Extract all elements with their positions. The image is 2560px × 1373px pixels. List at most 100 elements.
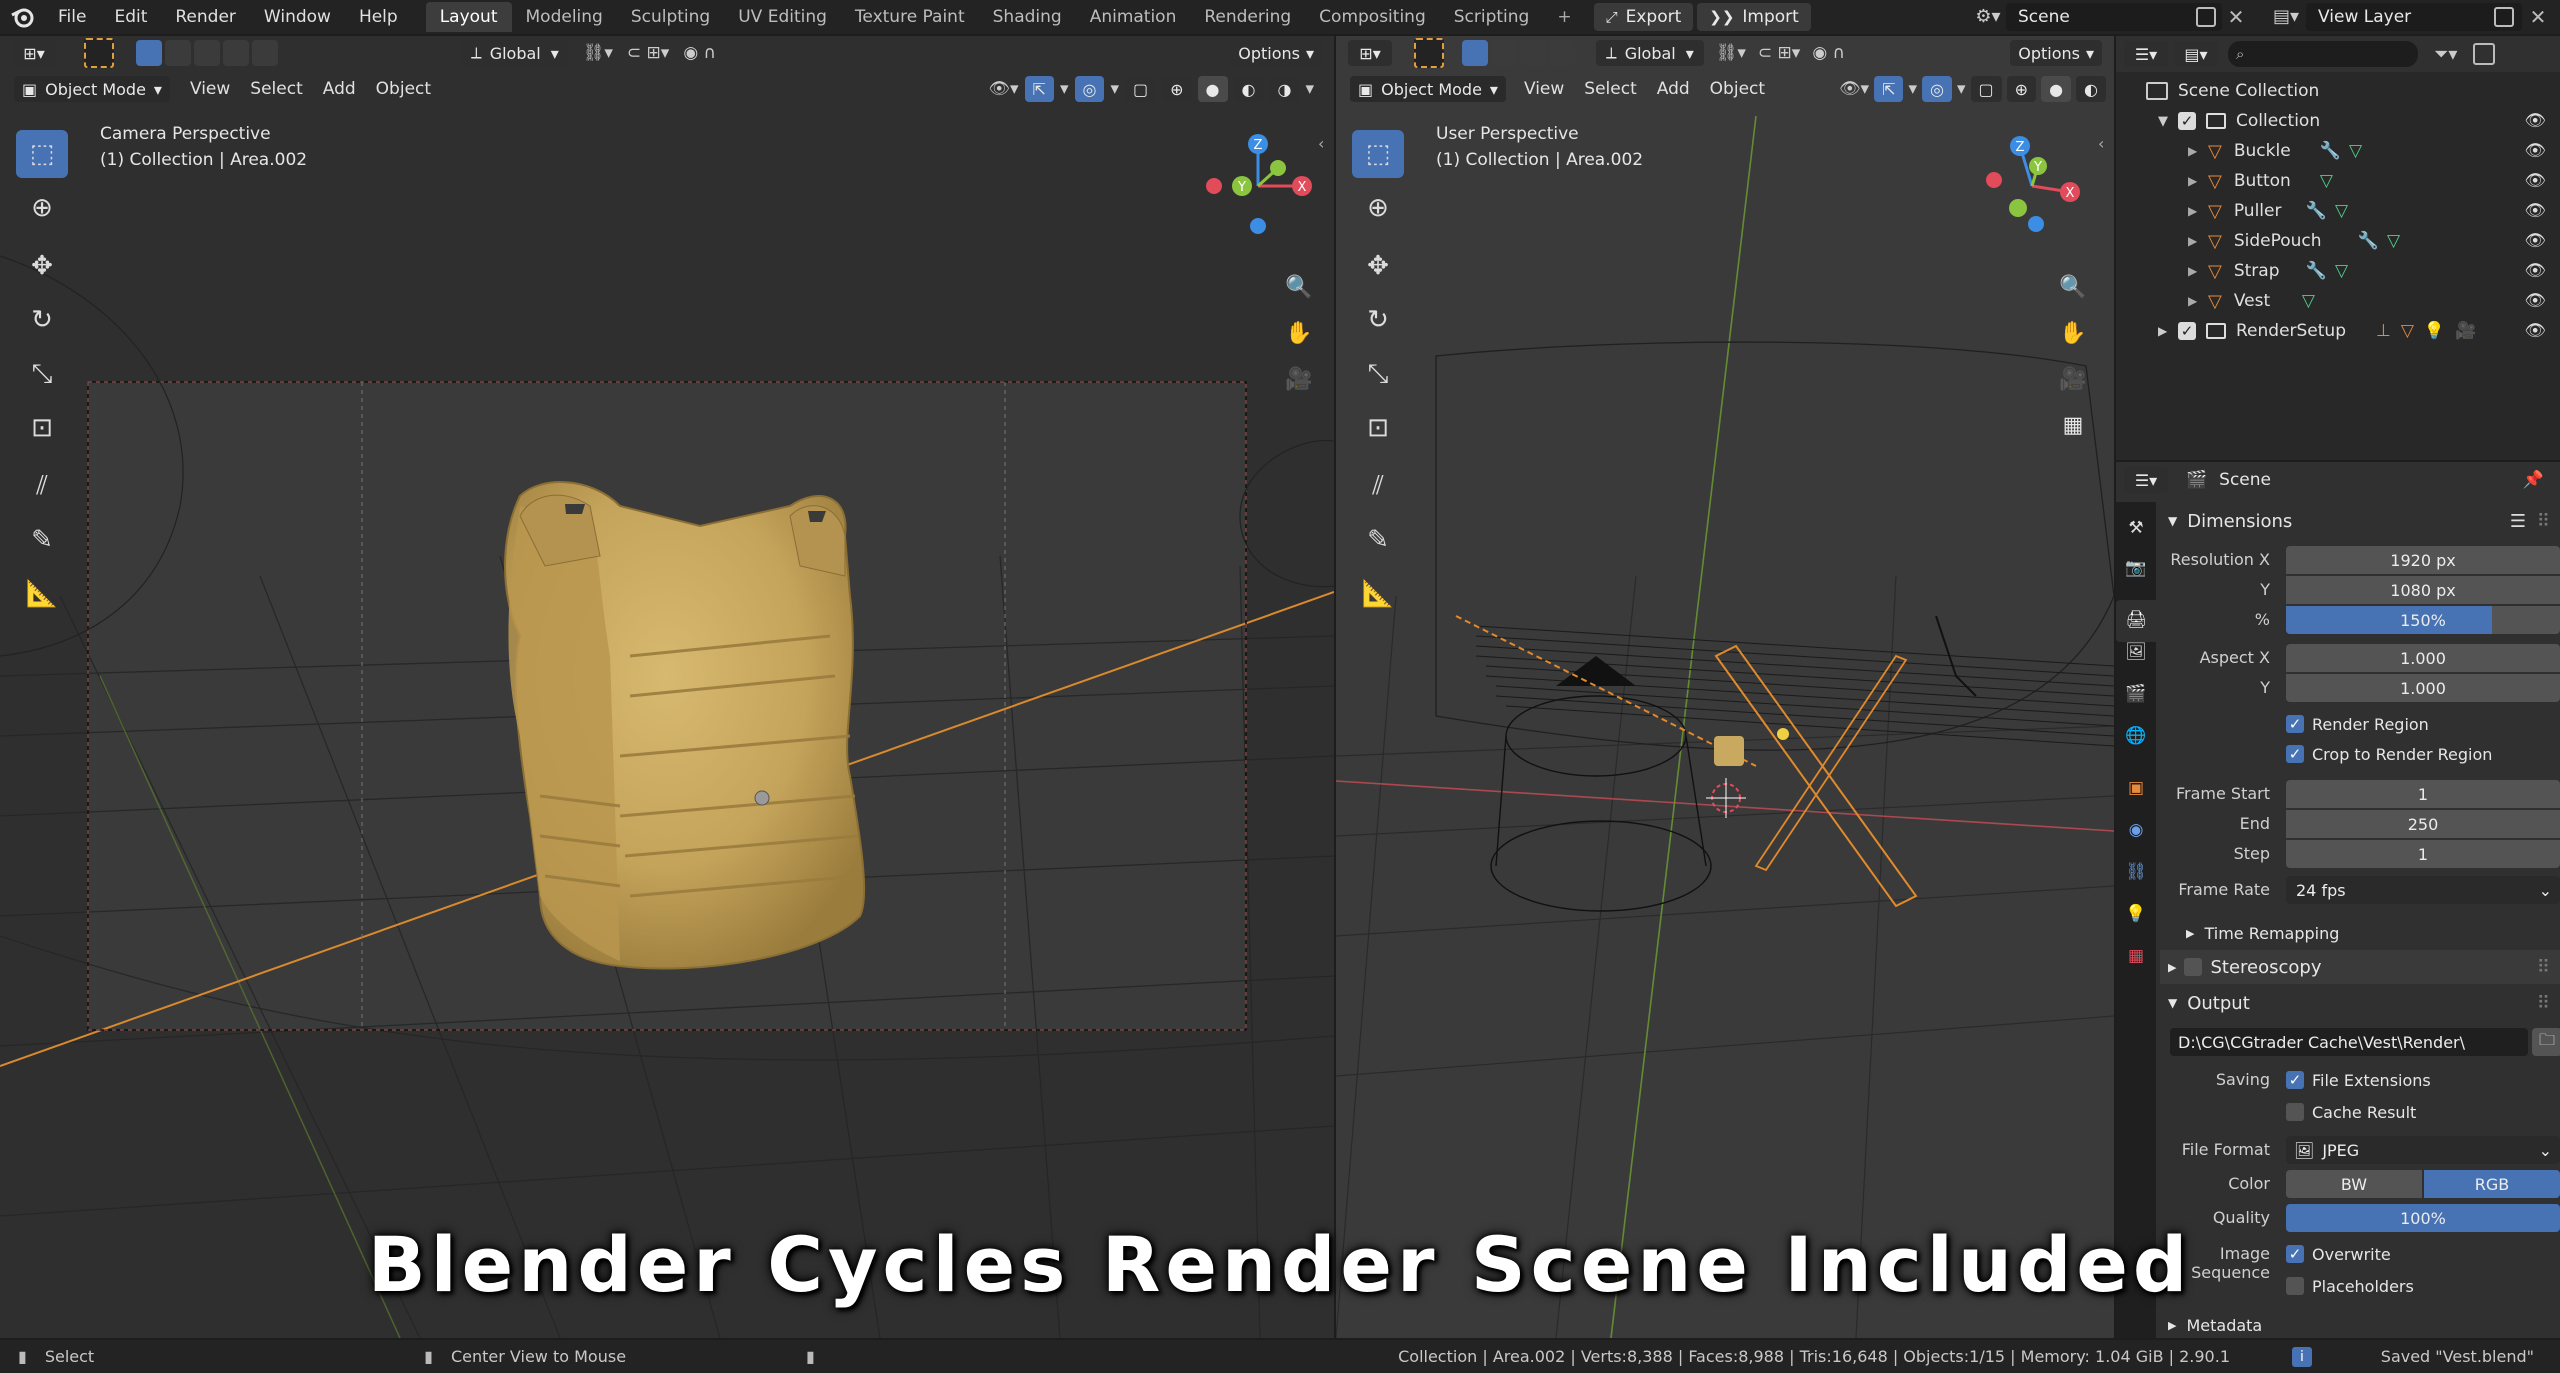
file-format-dropdown[interactable]: 🖼 JPEG ⌄ [2286,1136,2560,1164]
output-tab-icon[interactable]: 🖨 [2116,600,2156,642]
gizmo-toggle-icon[interactable]: ⇱ [1024,76,1054,102]
file-extensions-row[interactable]: ✓ File Extensions [2286,1066,2431,1094]
menu-help[interactable]: Help [345,0,412,34]
menu-edit[interactable]: Edit [100,0,161,34]
material-shading-icon-right[interactable]: ◐ [2076,76,2106,102]
navigation-gizmo[interactable]: Z X Y [1198,126,1318,246]
time-remapping-header[interactable]: ▶ Time Remapping [2160,916,2560,950]
proportional-editing-icon-right[interactable]: ◉ ∩ [1812,43,1845,63]
new-scene-icon[interactable] [2196,7,2216,27]
object-mode-dropdown-right[interactable]: ▣ Object Mode ▾ [1350,76,1506,102]
snap-icon-right[interactable]: ⊂ ⊞▾ [1758,43,1800,63]
pan-hand-icon-right[interactable]: ✋ [2054,314,2092,352]
menu-view[interactable]: View [190,79,230,99]
viewport-camera[interactable]: ⊞▾ ⟂ Global ▾ ⛓▾ ⊂ ⊞▾ ◉ ∩ Options ▾ ▣ Object… [0,36,1334,1338]
metadata-panel-header[interactable]: ▶ Metadata [2160,1308,2560,1338]
outliner-item-button[interactable]: ▶ ▽ Button ▽ 👁 [2116,166,2560,196]
info-icon[interactable]: i [2292,1346,2312,1367]
export-button[interactable]: ⤢ Export [1593,3,1694,31]
menu-select[interactable]: Select [250,79,302,99]
constraints-tab-icon[interactable]: ⛓ [2116,862,2156,904]
frame-rate-dropdown[interactable]: 24 fps ⌄ [2286,876,2560,904]
viewport-camera-canvas[interactable] [0,36,1334,1338]
outliner-item-sidepouch[interactable]: ▶ ▽ SidePouch 🔧 ▽ 👁 [2116,226,2560,256]
delete-scene-icon[interactable]: ✕ [2224,3,2248,31]
cache-result-row[interactable]: Cache Result [2286,1098,2416,1126]
world-tab-icon[interactable]: 🌐 [2116,726,2156,778]
tab-compositing[interactable]: Compositing [1305,2,1440,32]
transform-orientation-dropdown-right[interactable]: ⟂ Global ▾ [1596,40,1704,66]
pan-hand-icon[interactable]: ✋ [1280,314,1318,352]
select-box-icon[interactable] [84,38,114,68]
menu-add-right[interactable]: Add [1657,79,1690,99]
expand-arrow-icon[interactable]: ▶ [2188,264,2208,278]
drag-handle-icon[interactable]: ⠿ [2537,511,2550,532]
color-bw-button[interactable]: BW [2286,1170,2422,1198]
display-mode-dropdown[interactable]: ▤▾ [2174,41,2218,67]
proportional-editing-icon[interactable]: ◉ ∩ [683,43,716,63]
visibility-eye-icon[interactable]: 👁 [2524,291,2546,311]
crop-region-checkbox[interactable]: ✓ [2286,745,2304,763]
annotate-tool-icon-right[interactable]: ✎ [1352,516,1404,564]
physics-tab-icon[interactable]: ◉ [2116,820,2156,862]
aspect-y-field[interactable]: 1.000 [2286,674,2560,702]
view-layer-icon[interactable]: ▤▾ [2268,4,2304,30]
pivot-icon[interactable]: ⛓▾ [583,43,613,63]
dimensions-panel-header[interactable]: ▼ Dimensions ☰ ⠿ [2160,504,2560,538]
wireframe-shading-icon-right[interactable]: ⊕ [2006,76,2037,102]
stereoscopy-checkbox[interactable] [2184,958,2203,976]
crop-region-row[interactable]: ✓ Crop to Render Region [2286,740,2492,768]
viewport-shading-buttons[interactable]: 👁▾ ⇱ ▾ ◎ ▾ ▢ ⊕ ● ◐ ◑ ▾ [988,76,1314,102]
scale-tool-icon-right[interactable]: ⤡ [1352,350,1404,398]
expand-arrow-icon[interactable]: ▶ [2188,234,2208,248]
menu-object[interactable]: Object [376,79,431,99]
outliner-item-buckle[interactable]: ▶ ▽ Buckle 🔧 ▽ 👁 [2116,136,2560,166]
data-tab-icon[interactable]: 💡 [2116,904,2156,946]
menu-file[interactable]: File [44,0,100,34]
tab-animation[interactable]: Animation [1076,2,1191,32]
view-layer-tab-icon[interactable]: 🖼 [2116,642,2156,684]
stereoscopy-panel-header[interactable]: ▶ Stereoscopy ⠿ [2160,950,2560,984]
render-setup-checkbox[interactable]: ✓ [2178,322,2196,340]
render-region-row[interactable]: ✓ Render Region [2286,710,2429,738]
menu-render[interactable]: Render [161,0,250,34]
xray-icon[interactable]: ▢ [1125,76,1157,102]
tab-scripting[interactable]: Scripting [1440,2,1544,32]
wireframe-shading-icon[interactable]: ⊕ [1162,76,1192,102]
file-extensions-checkbox[interactable]: ✓ [2286,1071,2304,1089]
tab-rendering[interactable]: Rendering [1190,2,1305,32]
select-box-icon-right[interactable] [1414,38,1444,68]
tab-shading[interactable]: Shading [979,2,1076,32]
cursor-tool-icon[interactable]: ⊕ [16,184,68,232]
visibility-eye-icon[interactable]: 👁 [2524,171,2546,191]
tab-modeling[interactable]: Modeling [512,2,617,32]
output-panel-header[interactable]: ▼ Output ⠿ [2160,986,2560,1020]
view-layer-field[interactable]: View Layer [2306,3,2522,31]
tab-uv-editing[interactable]: UV Editing [724,2,841,32]
drag-handle-icon[interactable]: ⠿ [2537,993,2550,1014]
visibility-icon-right[interactable]: 👁▾ [1839,79,1869,99]
expand-arrow-icon[interactable]: ▶ [2188,294,2208,308]
presets-list-icon[interactable]: ☰ [2510,511,2526,532]
drag-handle-icon[interactable]: ⠿ [2537,957,2550,978]
perspective-toggle-icon[interactable]: ▦ [2054,406,2092,444]
object-mode-dropdown[interactable]: ▣ Object Mode ▾ [14,76,170,102]
editor-type-button-right[interactable]: ⊞▾ [1348,40,1392,66]
options-dropdown-right[interactable]: Options ▾ [2010,40,2102,66]
annotate-tool-icon[interactable]: ✎ [16,516,68,564]
outliner-render-setup[interactable]: ▶ ✓ RenderSetup ⊥ ▽ 💡 🎥 👁 [2116,316,2560,346]
expand-arrow-icon[interactable]: ▼ [2158,114,2178,129]
tab-texture-paint[interactable]: Texture Paint [841,2,979,32]
menu-window[interactable]: Window [250,0,345,34]
sidebar-toggle-icon-right[interactable]: ‹ [2098,134,2104,153]
annotate-line-tool-icon[interactable]: ⫽ [16,462,68,510]
snap-icon[interactable]: ⊂ ⊞▾ [627,43,669,63]
visibility-eye-icon[interactable]: 👁 [2524,141,2546,161]
scene-tab-icon[interactable]: 🎬 [2116,684,2156,726]
expand-arrow-icon[interactable]: ▶ [2188,174,2208,188]
cache-result-checkbox[interactable] [2286,1103,2304,1121]
xray-icon-right[interactable]: ▢ [1970,76,2002,102]
overlay-toggle-icon[interactable]: ◎ [1074,76,1105,102]
select-tool-icon-right[interactable]: ⬚ [1352,130,1404,178]
menu-add[interactable]: Add [323,79,356,99]
